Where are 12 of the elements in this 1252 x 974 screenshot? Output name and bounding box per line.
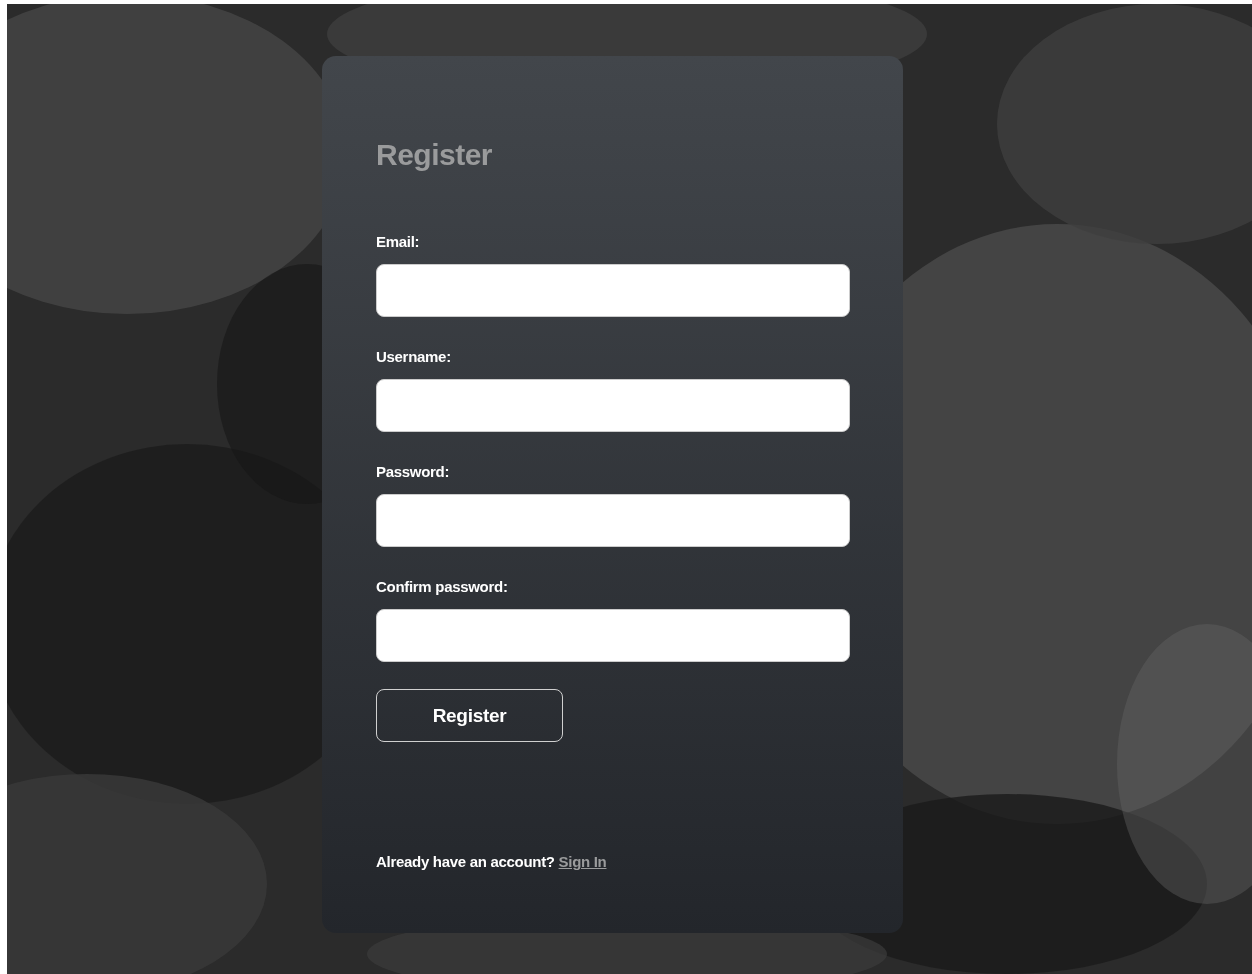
field-label: Username:	[376, 348, 452, 366]
register-button[interactable]: Register	[376, 689, 563, 742]
field-label: Confirm password:	[376, 578, 509, 596]
account-prompt: Already have an account?	[376, 853, 555, 870]
input-field[interactable]	[376, 379, 850, 432]
field-label: Password:	[376, 463, 451, 481]
input-field[interactable]	[376, 264, 850, 317]
input-field[interactable]	[376, 494, 850, 547]
field-label: Email:	[376, 233, 421, 251]
form-title: Register	[376, 138, 494, 172]
input-field[interactable]	[376, 609, 850, 662]
sign-in-link[interactable]: Sign In	[558, 853, 607, 870]
